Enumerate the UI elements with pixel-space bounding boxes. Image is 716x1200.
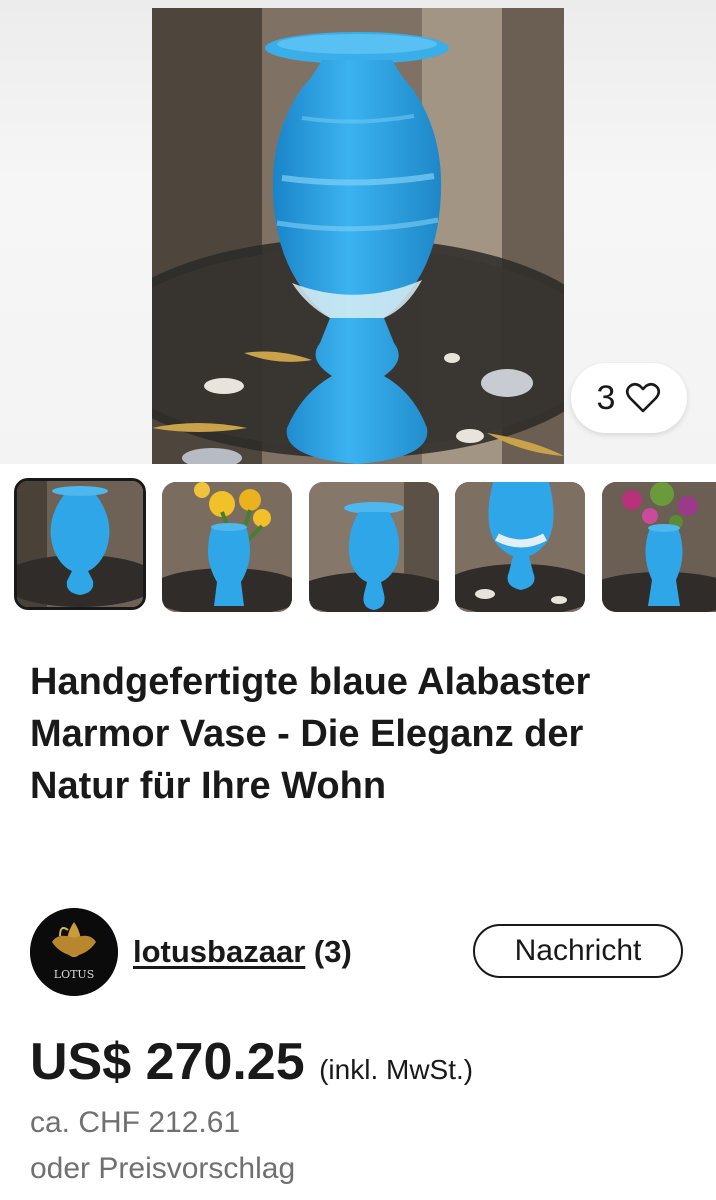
seller-name-link[interactable]: lotusbazaar — [133, 934, 305, 969]
thumbnail-vase-closeup-image — [455, 482, 585, 612]
best-offer-label: oder Preisvorschlag — [30, 1152, 296, 1185]
price-approx-chf: ca. CHF 212.61 — [30, 1106, 241, 1139]
thumbnail-5[interactable] — [602, 482, 716, 612]
lotus-logo-icon: LOTUS — [30, 908, 118, 996]
thumbnail-4[interactable] — [455, 482, 585, 612]
heart-outline-icon — [626, 382, 661, 413]
product-image-area[interactable]: 3 — [0, 0, 716, 464]
price-tax-note: (inkl. MwSt.) — [319, 1054, 474, 1085]
thumbnail-vase-side-image — [309, 482, 439, 612]
thumbnail-strip[interactable] — [0, 476, 716, 614]
watch-count-button[interactable]: 3 — [571, 363, 687, 433]
message-button[interactable]: Nachricht — [473, 924, 683, 978]
seller-avatar[interactable]: LOTUS — [30, 908, 118, 996]
thumbnail-vase-yellow-flowers-image — [162, 482, 292, 612]
avatar-logo-text: LOTUS — [54, 968, 94, 981]
seller-row: LOTUS lotusbazaar (3) Nachricht — [30, 908, 686, 998]
listing-title: Handgefertigte blaue Alabaster Marmor Va… — [30, 661, 591, 807]
thumbnail-vase-image — [17, 481, 143, 607]
vase-photo-illustration — [152, 8, 564, 464]
price-row: US$ 270.25 (inkl. MwSt.) — [30, 1032, 473, 1092]
seller-info: lotusbazaar (3) — [133, 934, 352, 970]
thumbnail-2[interactable] — [162, 482, 292, 612]
thumbnail-vase-purple-flowers-image — [602, 482, 716, 612]
product-main-image[interactable] — [152, 8, 564, 464]
price-amount: US$ 270.25 — [30, 1033, 305, 1091]
watch-count: 3 — [596, 378, 616, 417]
seller-feedback-count: (3) — [313, 934, 352, 969]
thumbnail-1[interactable] — [14, 478, 146, 610]
thumbnail-3[interactable] — [309, 482, 439, 612]
